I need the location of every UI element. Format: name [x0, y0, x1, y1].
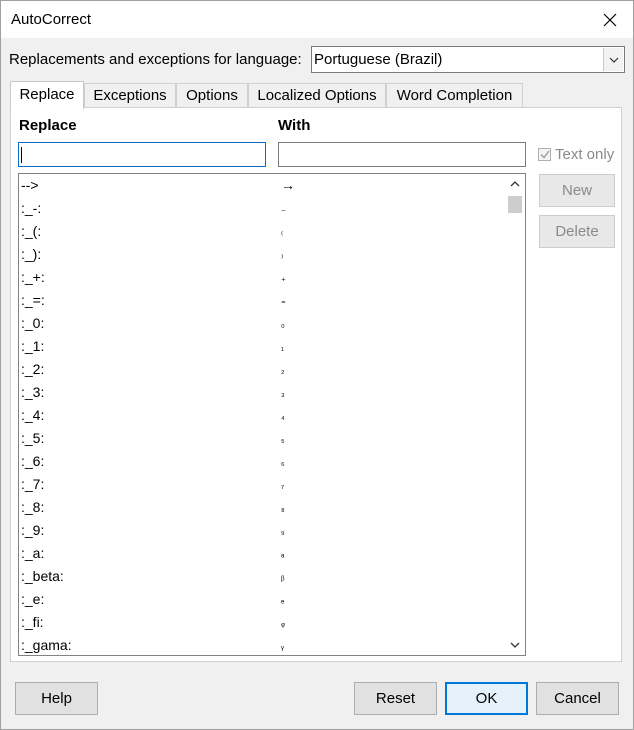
list-item[interactable]: :_0: ₀ — [19, 312, 505, 335]
replace-column-header: Replace — [19, 117, 77, 134]
language-label: Replacements and exceptions for language… — [9, 51, 302, 68]
tab-localized-options[interactable]: Localized Options — [248, 83, 386, 108]
list-item[interactable]: :_-: ₋ — [19, 197, 505, 220]
text-caret — [21, 147, 22, 163]
delete-button[interactable]: Delete — [539, 215, 615, 248]
reset-button[interactable]: Reset — [354, 682, 437, 715]
text-only-checkbox[interactable]: Text only — [538, 146, 614, 163]
scroll-down-button[interactable] — [505, 635, 525, 655]
new-button[interactable]: New — [539, 174, 615, 207]
text-only-label: Text only — [555, 146, 615, 163]
replace-input[interactable] — [18, 142, 266, 167]
list-scrollbar[interactable] — [505, 174, 525, 655]
list-item[interactable]: :_2: ₂ — [19, 358, 505, 381]
list-item[interactable]: :_beta: ᵦ — [19, 565, 505, 588]
list-item[interactable]: :_=: ₌ — [19, 289, 505, 312]
checkbox-box — [538, 148, 551, 161]
list-item[interactable]: :_): ₎ — [19, 243, 505, 266]
chevron-up-icon — [510, 181, 520, 187]
close-icon — [603, 13, 617, 27]
with-input[interactable] — [278, 142, 526, 167]
chevron-down-icon — [510, 642, 520, 648]
tab-replace[interactable]: Replace — [10, 81, 84, 109]
checkmark-icon — [540, 150, 550, 159]
language-select[interactable]: Portuguese (Brazil) — [311, 46, 625, 73]
scroll-thumb[interactable] — [508, 196, 522, 213]
list-item[interactable]: :_9: ₉ — [19, 519, 505, 542]
list-item[interactable]: --> → — [19, 174, 505, 197]
scroll-up-button[interactable] — [505, 174, 525, 194]
list-item[interactable]: :_6: ₆ — [19, 450, 505, 473]
replacement-list[interactable]: --> → :_-: ₋ :_(: ₍ :_): ₎ :_+: ₊ :_=: ₌ :_0: ₀… — [18, 173, 526, 656]
tab-options[interactable]: Options — [176, 83, 248, 108]
ok-button[interactable]: OK — [445, 682, 528, 715]
with-column-header: With — [278, 117, 311, 134]
list-item[interactable]: :_(: ₍ — [19, 220, 505, 243]
cancel-button[interactable]: Cancel — [536, 682, 619, 715]
list-item[interactable]: :_8: ₈ — [19, 496, 505, 519]
list-item[interactable]: :_a: ₐ — [19, 542, 505, 565]
list-item[interactable]: :_+: ₊ — [19, 266, 505, 289]
list-item[interactable]: :_1: ₁ — [19, 335, 505, 358]
dropdown-arrow[interactable] — [603, 48, 623, 71]
title-bar: AutoCorrect — [0, 0, 634, 38]
list-item[interactable]: :_fi: ᵩ — [19, 611, 505, 634]
list-item[interactable]: :_7: ₇ — [19, 473, 505, 496]
close-button[interactable] — [587, 1, 633, 39]
chevron-down-icon — [609, 57, 618, 63]
help-button[interactable]: Help — [15, 682, 98, 715]
window-title: AutoCorrect — [11, 11, 92, 28]
list-item[interactable]: :_4: ₄ — [19, 404, 505, 427]
language-selected-value: Portuguese (Brazil) — [314, 51, 443, 68]
list-item[interactable]: :_e: ₑ — [19, 588, 505, 611]
tab-word-completion[interactable]: Word Completion — [386, 83, 523, 108]
tab-exceptions[interactable]: Exceptions — [84, 83, 176, 108]
list-item[interactable]: :_gama: ᵧ — [19, 634, 505, 655]
list-item[interactable]: :_3: ₃ — [19, 381, 505, 404]
list-item[interactable]: :_5: ₅ — [19, 427, 505, 450]
